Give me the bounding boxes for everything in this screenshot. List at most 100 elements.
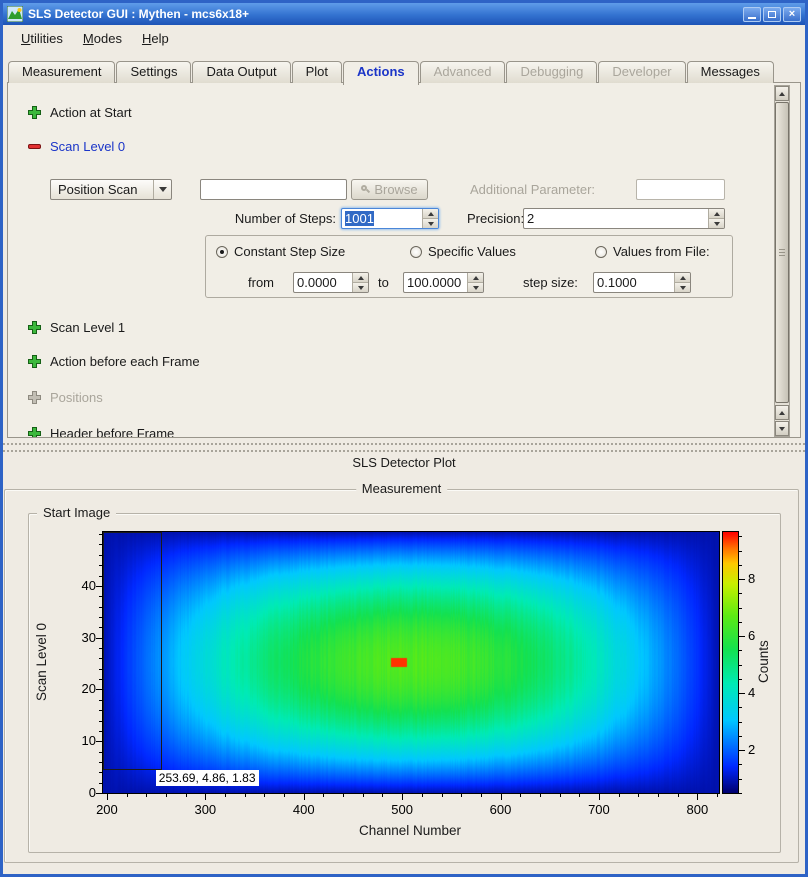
radio-selected-icon[interactable] bbox=[216, 246, 228, 258]
positions-label: Positions bbox=[50, 390, 103, 405]
splitter-handle[interactable] bbox=[3, 443, 805, 445]
expand-plus-icon[interactable] bbox=[28, 355, 41, 368]
scan-level-0-row[interactable]: Scan Level 0 bbox=[28, 139, 125, 154]
additional-parameter-label: Additional Parameter: bbox=[470, 182, 595, 197]
axis-tick bbox=[738, 636, 745, 637]
specific-values-label: Specific Values bbox=[428, 244, 516, 259]
axis-tick bbox=[738, 793, 742, 794]
axis-tick bbox=[619, 793, 620, 797]
tab-actions[interactable]: Actions bbox=[343, 61, 419, 85]
tab-measurement[interactable]: Measurement bbox=[8, 61, 115, 83]
spin-up-button[interactable] bbox=[423, 209, 438, 218]
spin-down-button[interactable] bbox=[709, 218, 724, 228]
spin-up-button[interactable] bbox=[709, 209, 724, 218]
plot-area[interactable]: 253.69, 4.86, 1.83 200300400500600700800… bbox=[102, 531, 720, 794]
expand-plus-icon[interactable] bbox=[28, 321, 41, 334]
close-button[interactable]: × bbox=[783, 7, 801, 22]
from-value[interactable]: 0.0000 bbox=[294, 273, 352, 292]
axis-tick bbox=[304, 793, 305, 800]
heatmap-canvas[interactable] bbox=[103, 532, 719, 793]
axis-tick bbox=[146, 793, 147, 797]
scan-script-input[interactable] bbox=[200, 179, 347, 200]
specific-values-radio[interactable]: Specific Values bbox=[410, 244, 516, 259]
scan-mode-combobox[interactable]: Position Scan bbox=[50, 179, 172, 200]
arrow-down-icon bbox=[358, 286, 364, 290]
axis-tick bbox=[96, 638, 103, 639]
arrow-up-icon bbox=[779, 411, 785, 415]
values-from-file-radio[interactable]: Values from File: bbox=[595, 244, 710, 259]
axis-tick-label: 30 bbox=[66, 630, 96, 645]
minimize-button[interactable] bbox=[743, 7, 761, 22]
combobox-dropdown-button[interactable] bbox=[153, 180, 171, 199]
action-at-start-row[interactable]: Action at Start bbox=[28, 105, 132, 120]
axis-tick-label: 300 bbox=[185, 802, 225, 817]
spin-up-button[interactable] bbox=[468, 273, 483, 282]
tab-messages[interactable]: Messages bbox=[687, 61, 774, 83]
tabbar: Measurement Settings Data Output Plot Ac… bbox=[8, 61, 775, 83]
app-icon bbox=[7, 6, 23, 22]
minimize-icon bbox=[748, 17, 756, 19]
spin-down-button[interactable] bbox=[468, 282, 483, 292]
spin-buttons bbox=[467, 273, 483, 292]
action-before-each-frame-row[interactable]: Action before each Frame bbox=[28, 354, 200, 369]
maximize-button[interactable] bbox=[763, 7, 781, 22]
axis-tick bbox=[738, 722, 742, 723]
spin-down-button[interactable] bbox=[675, 282, 690, 292]
arrow-up-icon bbox=[714, 212, 720, 216]
expand-plus-icon[interactable] bbox=[28, 427, 41, 438]
chevron-down-icon bbox=[159, 187, 167, 192]
spin-up-button[interactable] bbox=[675, 273, 690, 282]
scan-level-1-row[interactable]: Scan Level 1 bbox=[28, 320, 125, 335]
radio-unselected-icon[interactable] bbox=[595, 246, 607, 258]
axis-tick bbox=[96, 689, 103, 690]
tab-data-output[interactable]: Data Output bbox=[192, 61, 290, 83]
precision-spinbox[interactable]: 2 bbox=[523, 208, 725, 229]
scroll-down-button[interactable] bbox=[775, 421, 789, 436]
vertical-scrollbar[interactable] bbox=[774, 85, 790, 437]
spin-down-button[interactable] bbox=[423, 218, 438, 228]
constant-step-size-radio[interactable]: Constant Step Size bbox=[216, 244, 345, 259]
collapse-minus-icon[interactable] bbox=[28, 140, 41, 153]
axis-tick bbox=[738, 579, 745, 580]
spin-buttons bbox=[352, 273, 368, 292]
step-size-value[interactable]: 0.1000 bbox=[594, 273, 674, 292]
radio-unselected-icon[interactable] bbox=[410, 246, 422, 258]
tab-plot[interactable]: Plot bbox=[292, 61, 342, 83]
axis-tick-label: 0 bbox=[66, 785, 96, 800]
to-spinbox[interactable]: 100.0000 bbox=[403, 272, 484, 293]
spin-down-button[interactable] bbox=[353, 282, 368, 292]
tab-settings[interactable]: Settings bbox=[116, 61, 191, 83]
axis-tick bbox=[284, 793, 285, 797]
menu-help[interactable]: Help bbox=[132, 28, 179, 49]
expand-plus-icon-disabled bbox=[28, 391, 41, 404]
axis-tick bbox=[96, 586, 103, 587]
step-size-spinbox[interactable]: 0.1000 bbox=[593, 272, 691, 293]
to-value[interactable]: 100.0000 bbox=[404, 273, 467, 292]
menu-utilities[interactable]: Utilities bbox=[11, 28, 73, 49]
splitter-handle[interactable] bbox=[3, 450, 805, 452]
tab-advanced: Advanced bbox=[420, 61, 506, 83]
axis-tick bbox=[738, 693, 745, 694]
arrow-down-icon bbox=[428, 222, 434, 226]
axis-tick bbox=[738, 665, 742, 666]
tab-developer: Developer bbox=[598, 61, 685, 83]
scrollbar-handle[interactable] bbox=[775, 102, 789, 403]
axis-tick bbox=[205, 793, 206, 800]
plot-dock-title: SLS Detector Plot bbox=[3, 455, 805, 470]
precision-value[interactable]: 2 bbox=[524, 209, 708, 228]
browse-label: Browse bbox=[374, 182, 417, 197]
axis-tick-label: 10 bbox=[66, 733, 96, 748]
header-before-frame-row[interactable]: Header before Frame bbox=[28, 426, 174, 438]
expand-plus-icon[interactable] bbox=[28, 106, 41, 119]
axis-tick-label: 40 bbox=[66, 578, 96, 593]
number-of-steps-spinbox[interactable]: 1001 bbox=[341, 208, 439, 229]
axis-tick-label: 800 bbox=[677, 802, 717, 817]
scroll-up-button-bottom[interactable] bbox=[775, 405, 789, 420]
x-axis-title: Channel Number bbox=[102, 823, 718, 838]
from-spinbox[interactable]: 0.0000 bbox=[293, 272, 369, 293]
spin-up-button[interactable] bbox=[353, 273, 368, 282]
number-of-steps-value[interactable]: 1001 bbox=[345, 211, 374, 226]
menu-modes[interactable]: Modes bbox=[73, 28, 132, 49]
axis-tick bbox=[638, 793, 639, 797]
scroll-up-button[interactable] bbox=[775, 86, 789, 101]
